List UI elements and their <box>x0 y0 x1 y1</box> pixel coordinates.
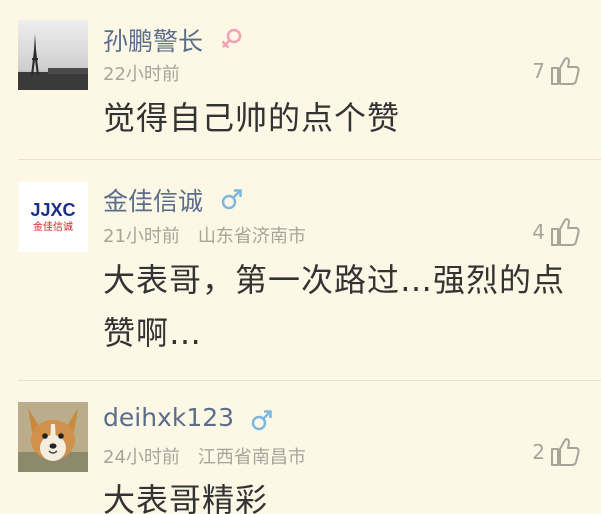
like-button[interactable]: 7 <box>532 55 581 87</box>
username[interactable]: deihxk123 <box>103 403 234 432</box>
comment-item: 孙鹏警长 22小时前 7 觉得自己帅的点个赞 <box>0 0 601 160</box>
username[interactable]: 孙鹏警长 <box>103 22 203 58</box>
username[interactable]: 金佳信诚 <box>103 182 203 218</box>
comment-text: 觉得自己帅的点个赞 <box>103 99 401 137</box>
comment-text: 大表哥精彩 <box>103 481 269 514</box>
like-count: 4 <box>532 220 545 244</box>
thumbs-up-icon <box>551 438 580 466</box>
avatar-logo-subtext: 金佳信诚 <box>33 220 73 233</box>
avatar[interactable]: JJXC 金佳信诚 <box>18 182 88 252</box>
comment-meta: 21小时前 山东省济南市 <box>103 222 306 248</box>
comment-location: 江西省南昌市 <box>197 447 306 468</box>
like-count: 7 <box>532 59 545 83</box>
avatar[interactable] <box>18 402 88 472</box>
male-symbol-icon <box>221 189 242 210</box>
thumbs-up-icon <box>551 218 580 246</box>
comment-meta: 22小时前 <box>103 60 180 86</box>
comment-time: 24小时前 <box>103 447 180 468</box>
comment-item: JJXC 金佳信诚 金佳信诚 21小时前 山东省济南市 4 大表哥，第一次路过…强… <box>0 160 601 380</box>
comment-location: 山东省济南市 <box>197 226 306 247</box>
female-symbol-icon <box>221 28 242 49</box>
comment-time: 22小时前 <box>103 64 180 85</box>
corgi-dog-avatar-image <box>18 402 88 472</box>
male-symbol-icon <box>251 410 272 431</box>
comment-list: 孙鹏警长 22小时前 7 觉得自己帅的点个赞 JJXC 金佳信诚 金佳信诚 21… <box>0 0 601 514</box>
avatar-logo-text: JJXC <box>30 200 75 220</box>
comment-item: deihxk123 24小时前 江西省南昌市 2 大表哥精彩 <box>0 381 601 514</box>
comment-time: 21小时前 <box>103 226 180 247</box>
like-count: 2 <box>532 440 545 464</box>
comment-meta: 24小时前 江西省南昌市 <box>103 443 306 469</box>
avatar[interactable] <box>18 20 88 90</box>
thumbs-up-icon <box>551 57 580 85</box>
like-button[interactable]: 2 <box>532 436 581 468</box>
eiffel-tower-avatar-image <box>18 20 88 90</box>
jjxc-logo-avatar-image: JJXC 金佳信诚 <box>18 182 88 252</box>
like-button[interactable]: 4 <box>532 216 581 248</box>
comment-text: 大表哥，第一次路过…强烈的点赞啊… <box>103 261 566 352</box>
